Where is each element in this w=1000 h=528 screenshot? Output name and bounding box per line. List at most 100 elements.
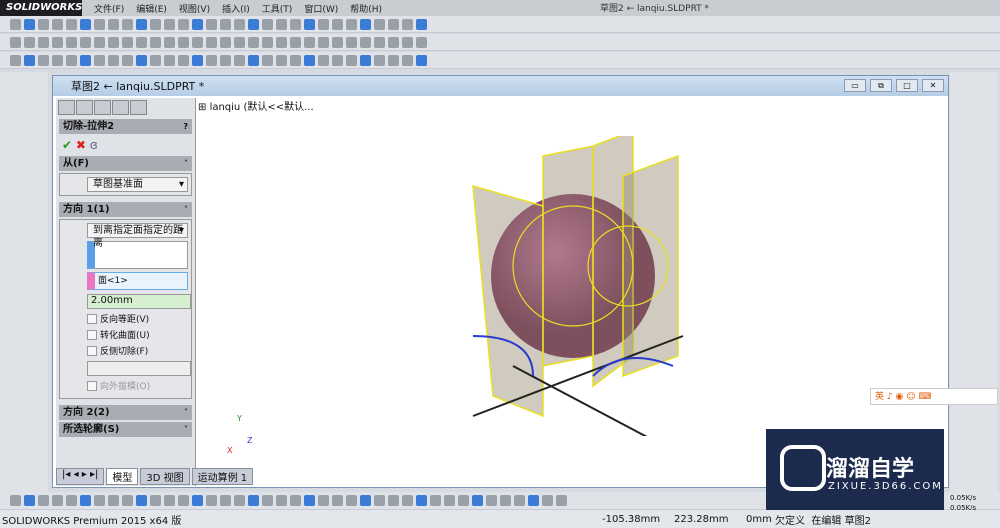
toolbar-button-icon[interactable] [38,18,49,30]
toolbar-button-icon[interactable] [150,36,161,48]
toolbar-button-icon[interactable] [24,18,35,30]
close-button[interactable]: ✕ [922,79,944,92]
menu-item[interactable]: 插入(I) [222,2,250,15]
toolbar-button-icon[interactable] [388,18,399,30]
toolbar-button-icon[interactable] [360,18,371,30]
tile-button[interactable]: ⧉ [870,79,892,92]
toolbar-button-icon[interactable] [472,495,483,506]
toolbar-button-icon[interactable] [94,18,105,30]
toolbar-button-icon[interactable] [318,36,329,48]
toolbar-button-icon[interactable] [122,36,133,48]
toolbar-button-icon[interactable] [66,18,77,30]
toolbar-button-icon[interactable] [248,36,259,48]
toolbar-button-icon[interactable] [346,495,357,506]
toolbar-button-icon[interactable] [66,495,77,506]
distance-input[interactable]: 2.00mm [87,294,191,309]
toolbar-button-icon[interactable] [528,495,539,506]
toolbar-button-icon[interactable] [402,495,413,506]
toolbar-button-icon[interactable] [318,54,329,66]
flip-side-checkbox[interactable] [87,345,97,356]
toolbar-button-icon[interactable] [178,54,189,66]
toolbar-button-icon[interactable] [10,54,21,66]
toolbar-button-icon[interactable] [346,54,357,66]
toolbar-button-icon[interactable] [108,495,119,506]
toolbar-button-icon[interactable] [374,495,385,506]
toolbar-button-icon[interactable] [304,18,315,30]
toolbar-button-icon[interactable] [304,54,315,66]
toolbar-button-icon[interactable] [52,18,63,30]
menu-item[interactable]: 窗口(W) [304,2,338,15]
toolbar-button-icon[interactable] [360,54,371,66]
ok-icon[interactable]: ✔ [62,138,72,152]
toolbar-button-icon[interactable] [178,36,189,48]
end-condition-select[interactable]: 到离指定面指定的距离 [87,223,188,249]
face-selection-box[interactable]: 面<1> [87,272,188,290]
toolbar-button-icon[interactable] [220,54,231,66]
toolbar-button-icon[interactable] [514,495,525,506]
toolbar-button-icon[interactable] [318,495,329,506]
toolbar-button-icon[interactable] [80,36,91,48]
toolbar-button-icon[interactable] [164,36,175,48]
toolbar-button-icon[interactable] [304,36,315,48]
toolbar-button-icon[interactable] [360,36,371,48]
toolbar-button-icon[interactable] [262,495,273,506]
maximize-button[interactable]: □ [896,79,918,92]
selected-contours-header[interactable]: 所选轮廓(S) ˅ [59,422,192,437]
toolbar-button-icon[interactable] [66,36,77,48]
toolbar-button-icon[interactable] [388,495,399,506]
toolbar-button-icon[interactable] [122,54,133,66]
toolbar-button-icon[interactable] [416,36,427,48]
toolbar-button-icon[interactable] [94,36,105,48]
toolbar-button-icon[interactable] [262,36,273,48]
toolbar-button-icon[interactable] [262,54,273,66]
toolbar-button-icon[interactable] [108,18,119,30]
toolbar-button-icon[interactable] [178,18,189,30]
toolbar-button-icon[interactable] [402,36,413,48]
toolbar-button-icon[interactable] [206,54,217,66]
reverse-offset-checkbox[interactable] [87,313,97,324]
toolbar-button-icon[interactable] [332,36,343,48]
toolbar-button-icon[interactable] [136,36,147,48]
toolbar-button-icon[interactable] [444,495,455,506]
help-button[interactable]: ? [183,119,188,134]
toolbar-button-icon[interactable] [346,36,357,48]
toolbar-button-icon[interactable] [234,54,245,66]
from-select[interactable]: 草图基准面 [87,177,188,192]
toolbar-button-icon[interactable] [542,495,553,506]
toolbar-button-icon[interactable] [150,18,161,30]
toolbar-button-icon[interactable] [136,18,147,30]
toolbar-button-icon[interactable] [234,495,245,506]
toolbar-button-icon[interactable] [220,495,231,506]
toolbar-button-icon[interactable] [94,495,105,506]
toolbar-button-icon[interactable] [206,18,217,30]
toolbar-button-icon[interactable] [192,18,203,30]
preview-icon[interactable]: ɞ [90,138,98,152]
toolbar-button-icon[interactable] [374,54,385,66]
toolbar-button-icon[interactable] [402,54,413,66]
3d-model[interactable] [453,136,713,436]
toolbar-button-icon[interactable] [150,54,161,66]
toolbar-button-icon[interactable] [248,495,259,506]
toolbar-button-icon[interactable] [52,36,63,48]
toolbar-button-icon[interactable] [220,18,231,30]
tab-dimxpert[interactable] [112,100,129,115]
toolbar-button-icon[interactable] [80,54,91,66]
toolbar-button-icon[interactable] [402,18,413,30]
toolbar-button-icon[interactable] [248,54,259,66]
toolbar-button-icon[interactable] [52,54,63,66]
ime-toolbar[interactable]: 英 ♪ ◉ ☺ ⌨ [870,388,998,405]
toolbar-button-icon[interactable] [122,18,133,30]
tab-property-manager[interactable] [76,100,93,115]
toolbar-button-icon[interactable] [388,36,399,48]
toolbar-button-icon[interactable] [276,495,287,506]
toolbar-button-icon[interactable] [332,495,343,506]
feature-tree-root[interactable]: ⊞ lanqiu (默认<<默认... [198,98,314,113]
toolbar-button-icon[interactable] [38,495,49,506]
toolbar-button-icon[interactable] [66,54,77,66]
toolbar-button-icon[interactable] [556,495,567,506]
toolbar-button-icon[interactable] [108,36,119,48]
toolbar-button-icon[interactable] [248,18,259,30]
toolbar-button-icon[interactable] [38,36,49,48]
toolbar-button-icon[interactable] [206,36,217,48]
toolbar-button-icon[interactable] [10,18,21,30]
